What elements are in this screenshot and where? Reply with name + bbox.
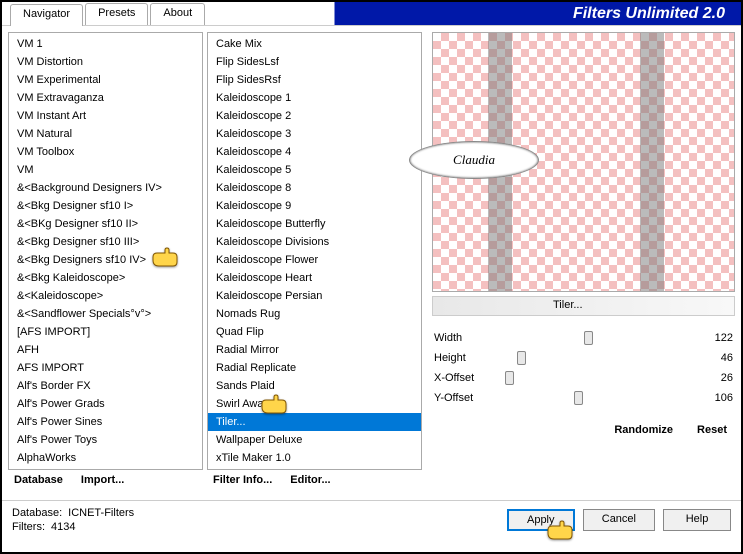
apply-button[interactable]: Apply — [507, 509, 575, 531]
param-label: X-Offset — [434, 372, 474, 384]
list-item[interactable]: VM Extravaganza — [9, 89, 202, 107]
list-item[interactable]: VM — [9, 161, 202, 179]
list-item[interactable]: &<Background Designers IV> — [9, 179, 202, 197]
list-item[interactable]: Swirl Away — [208, 395, 421, 413]
category-list[interactable]: VM 1VM DistortionVM ExperimentalVM Extra… — [8, 32, 203, 470]
param-slider[interactable] — [481, 398, 707, 399]
list-item[interactable]: Alf's Power Toys — [9, 431, 202, 449]
list-item[interactable]: Kaleidoscope 5 — [208, 161, 421, 179]
current-filter-bar: Tiler... — [432, 296, 735, 316]
param-value: 106 — [715, 392, 733, 404]
list-item[interactable]: Kaleidoscope 8 — [208, 179, 421, 197]
randomize-button[interactable]: Randomize — [614, 424, 673, 436]
list-item[interactable]: Kaleidoscope Butterfly — [208, 215, 421, 233]
database-label: Database: — [12, 507, 62, 519]
list-item[interactable]: Alf's Border FX — [9, 377, 202, 395]
list-item[interactable]: Flip SidesRsf — [208, 71, 421, 89]
database-value: ICNET-Filters — [68, 507, 134, 519]
list-item[interactable]: Radial Replicate — [208, 359, 421, 377]
list-item[interactable]: Alf's Power Sines — [9, 413, 202, 431]
list-item[interactable]: Kaleidoscope Flower — [208, 251, 421, 269]
list-item[interactable]: &<BKg Designer sf10 II> — [9, 215, 202, 233]
list-item[interactable]: Kaleidoscope 2 — [208, 107, 421, 125]
list-item[interactable]: Nomads Rug — [208, 305, 421, 323]
filter-list[interactable]: Cake MixFlip SidesLsfFlip SidesRsfKaleid… — [207, 32, 422, 470]
tab-presets[interactable]: Presets — [85, 3, 148, 25]
filters-count-value: 4134 — [51, 521, 75, 533]
list-item[interactable]: Kaleidoscope 4 — [208, 143, 421, 161]
list-item[interactable]: AFH — [9, 341, 202, 359]
tab-navigator[interactable]: Navigator — [10, 4, 83, 26]
list-item[interactable]: Kaleidoscope 3 — [208, 125, 421, 143]
list-item[interactable]: Cake Mix — [208, 35, 421, 53]
app-title: Filters Unlimited 2.0 — [573, 5, 733, 25]
list-item[interactable]: VM Instant Art — [9, 107, 202, 125]
list-item[interactable]: Kaleidoscope Heart — [208, 269, 421, 287]
list-item[interactable]: VM Distortion — [9, 53, 202, 71]
list-item[interactable]: &<Bkg Kaleidoscope> — [9, 269, 202, 287]
list-item[interactable]: VM Experimental — [9, 71, 202, 89]
list-item[interactable]: [AFS IMPORT] — [9, 323, 202, 341]
filters-count-label: Filters: — [12, 521, 45, 533]
list-item[interactable]: Sands Plaid — [208, 377, 421, 395]
list-item[interactable]: xTile Maker 1.0 — [208, 449, 421, 467]
list-item[interactable]: VM 1 — [9, 35, 202, 53]
param-value: 46 — [721, 352, 733, 364]
param-slider[interactable] — [474, 358, 713, 359]
list-item[interactable]: &<Sandflower Specials°v°> — [9, 305, 202, 323]
help-button[interactable]: Help — [663, 509, 731, 531]
watermark-badge: Claudia — [409, 141, 539, 179]
list-item[interactable]: Kaleidoscope 1 — [208, 89, 421, 107]
list-item[interactable]: &<Bkg Designers sf10 IV> — [9, 251, 202, 269]
list-item[interactable]: VM Natural — [9, 125, 202, 143]
current-filter-label: Tiler... — [553, 299, 583, 311]
import-button[interactable]: Import... — [81, 474, 124, 486]
list-item[interactable]: Radial Mirror — [208, 341, 421, 359]
list-item[interactable]: &<Kaleidoscope> — [9, 287, 202, 305]
preview-panel: Claudia — [432, 32, 735, 292]
list-item[interactable]: VM Toolbox — [9, 143, 202, 161]
list-item[interactable]: Kaleidoscope Persian — [208, 287, 421, 305]
tab-about[interactable]: About — [150, 3, 205, 25]
filter-info-button[interactable]: Filter Info... — [213, 474, 272, 486]
param-label: Height — [434, 352, 466, 364]
list-item[interactable]: Quad Flip — [208, 323, 421, 341]
reset-button[interactable]: Reset — [697, 424, 727, 436]
param-label: Y-Offset — [434, 392, 473, 404]
list-item[interactable]: &<Bkg Designer sf10 III> — [9, 233, 202, 251]
param-value: 122 — [715, 332, 733, 344]
list-item[interactable]: Alf's Power Grads — [9, 395, 202, 413]
param-slider[interactable] — [482, 378, 713, 379]
list-item[interactable]: Flip SidesLsf — [208, 53, 421, 71]
database-button[interactable]: Database — [14, 474, 63, 486]
list-item[interactable]: &<Bkg Designer sf10 I> — [9, 197, 202, 215]
param-value: 26 — [721, 372, 733, 384]
param-label: Width — [434, 332, 462, 344]
list-item[interactable]: Kaleidoscope 9 — [208, 197, 421, 215]
param-slider[interactable] — [470, 338, 707, 339]
list-item[interactable]: Tiler... — [208, 413, 421, 431]
list-item[interactable]: Kaleidoscope Divisions — [208, 233, 421, 251]
list-item[interactable]: AFS IMPORT — [9, 359, 202, 377]
cancel-button[interactable]: Cancel — [583, 509, 655, 531]
editor-button[interactable]: Editor... — [290, 474, 330, 486]
list-item[interactable]: AlphaWorks — [9, 449, 202, 467]
list-item[interactable]: Wallpaper Deluxe — [208, 431, 421, 449]
